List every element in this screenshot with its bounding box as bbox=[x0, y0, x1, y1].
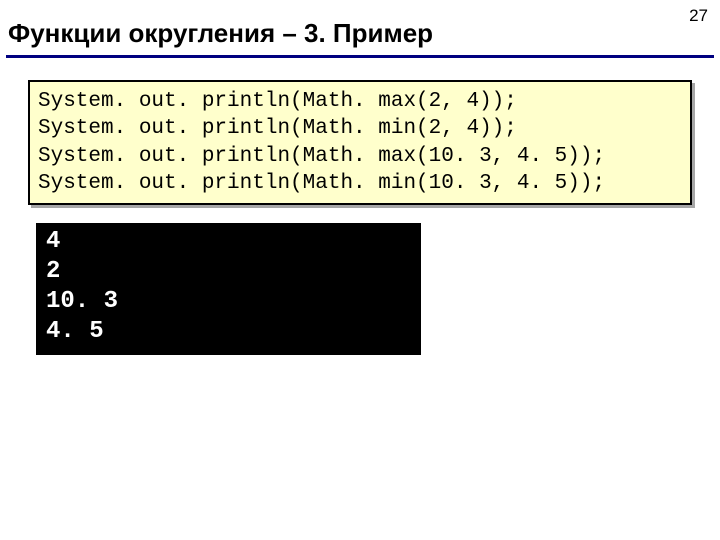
page-title: Функции округления – 3. Пример bbox=[0, 0, 720, 55]
code-block: System. out. println(Math. max(2, 4)); S… bbox=[28, 80, 692, 205]
code-line: System. out. println(Math. max(10. 3, 4.… bbox=[38, 145, 605, 168]
code-line: System. out. println(Math. min(2, 4)); bbox=[38, 117, 517, 140]
output-line: 2 bbox=[46, 258, 60, 285]
output-line: 4 bbox=[46, 228, 60, 255]
code-line: System. out. println(Math. max(2, 4)); bbox=[38, 90, 517, 113]
code-line: System. out. println(Math. min(10. 3, 4.… bbox=[38, 172, 605, 195]
title-underline bbox=[6, 55, 714, 58]
console-output: 4 2 10. 3 4. 5 bbox=[36, 223, 421, 355]
output-line: 10. 3 bbox=[46, 288, 118, 315]
page-number: 27 bbox=[689, 6, 708, 26]
output-line: 4. 5 bbox=[46, 318, 104, 345]
